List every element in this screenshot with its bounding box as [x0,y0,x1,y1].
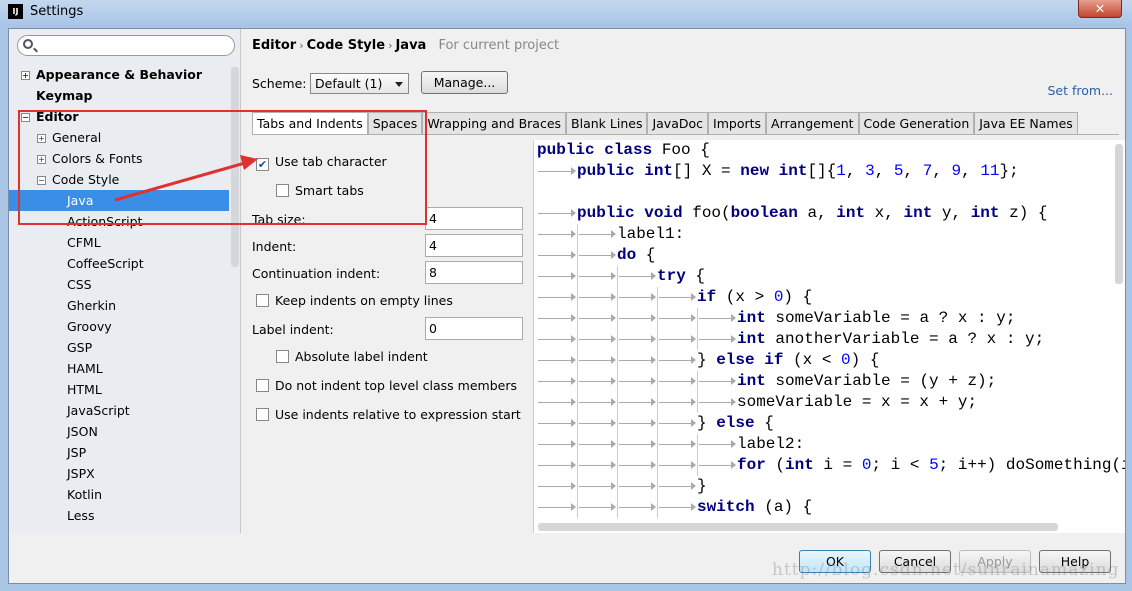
watermark: http://blog.csdn.net/sunrainamazing [772,560,1120,580]
annotation-arrow-icon [114,155,258,202]
